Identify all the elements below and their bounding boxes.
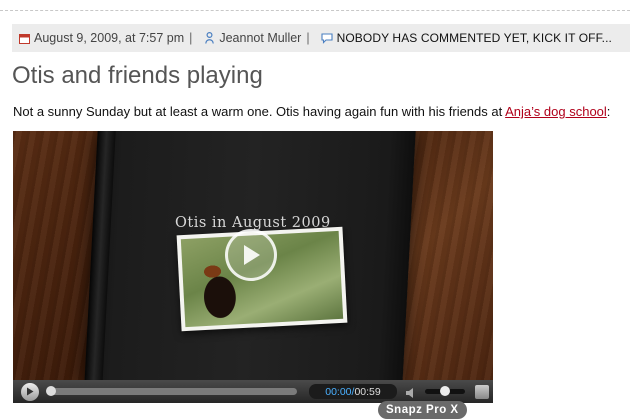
duration: 00:59	[354, 385, 381, 398]
video-player[interactable]: Otis in August 2009	[13, 131, 493, 401]
fullscreen-button[interactable]	[475, 384, 489, 399]
play-icon	[27, 387, 34, 396]
play-button[interactable]	[21, 382, 39, 401]
dog-school-link[interactable]: Anja’s dog school	[505, 104, 607, 119]
meta-separator: |	[189, 31, 193, 45]
snapz-watermark-badge: Snapz Pro X	[378, 401, 467, 419]
post-title[interactable]: Otis and friends playing	[12, 62, 263, 90]
user-icon	[203, 32, 215, 44]
time-display: 00:00/ 00:59	[309, 384, 397, 399]
calendar-icon	[18, 32, 30, 44]
intro-end: :	[606, 104, 611, 119]
post-intro-paragraph: Not a sunny Sunday but at least a warm o…	[13, 104, 610, 119]
volume-knob[interactable]	[440, 386, 450, 396]
comments-link[interactable]: NOBODY HAS COMMENTED YET, KICK IT OFF...	[337, 31, 612, 45]
author-link[interactable]: Jeannot Muller	[219, 31, 301, 45]
big-play-button[interactable]	[225, 229, 277, 281]
progress-track[interactable]	[46, 386, 297, 396]
top-divider	[0, 10, 630, 11]
progress-knob[interactable]	[46, 386, 56, 396]
comment-bubble-icon	[321, 32, 333, 44]
video-controls: 00:00/ 00:59	[13, 380, 493, 403]
intro-text: Not a sunny Sunday but at least a warm o…	[13, 104, 506, 119]
volume-slider[interactable]	[425, 386, 465, 396]
play-icon	[244, 245, 260, 265]
meta-separator: |	[306, 31, 310, 45]
post-date: August 9, 2009, at 7:57 pm	[34, 31, 185, 45]
volume-icon[interactable]	[405, 386, 417, 398]
current-time: 00:00	[325, 385, 352, 398]
post-meta-bar: August 9, 2009, at 7:57 pm | Jeannot Mul…	[12, 24, 630, 52]
